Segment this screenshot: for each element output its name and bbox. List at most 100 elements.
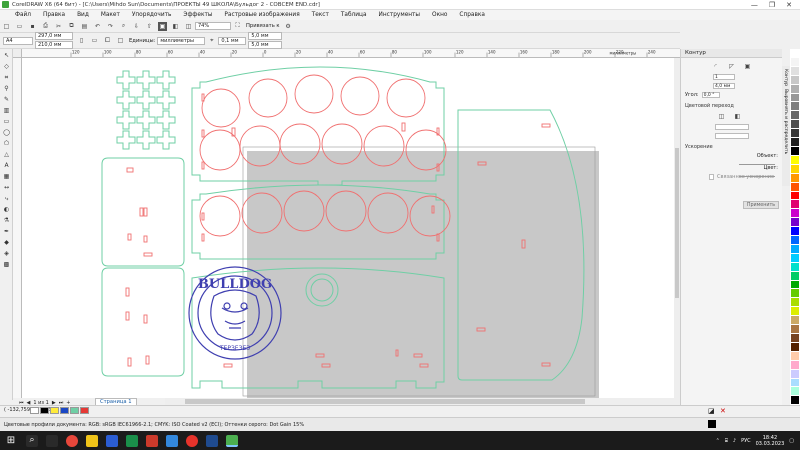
menu-layout[interactable]: Макет bbox=[95, 12, 126, 18]
duplicate-y-field[interactable]: 5,0 мм bbox=[248, 41, 283, 49]
pdf-icon[interactable]: ▣ bbox=[158, 21, 167, 31]
page-height-field[interactable]: 210,0 мм bbox=[35, 41, 73, 49]
palette-swatch[interactable] bbox=[791, 378, 799, 387]
options-icon[interactable]: ⚙ bbox=[284, 22, 293, 31]
apply-button[interactable]: Применить bbox=[743, 201, 779, 209]
snap-to-dropdown[interactable]: Привязать к bbox=[246, 23, 280, 29]
menu-window[interactable]: Окно bbox=[426, 12, 453, 18]
page-size-select[interactable]: A4 bbox=[3, 36, 33, 45]
fill-indicator-icon[interactable]: ◪ bbox=[708, 407, 715, 415]
palette-swatch[interactable] bbox=[791, 369, 799, 378]
palette-swatch[interactable] bbox=[791, 244, 799, 253]
palette-swatch[interactable] bbox=[791, 351, 799, 360]
palette-swatch[interactable] bbox=[791, 325, 799, 333]
transition-alt-icon[interactable]: ◧ bbox=[733, 112, 742, 121]
maximize-button[interactable]: ❐ bbox=[769, 1, 775, 9]
corner-square-icon[interactable]: ▣ bbox=[743, 62, 752, 71]
object-accel-slider[interactable] bbox=[739, 164, 775, 165]
palette-swatch[interactable] bbox=[791, 57, 799, 66]
polygon-tool-icon[interactable]: ⬠ bbox=[2, 139, 11, 148]
palette-swatch[interactable] bbox=[791, 182, 799, 191]
dimension-tool-icon[interactable]: ↔ bbox=[2, 183, 11, 192]
menu-text[interactable]: Текст bbox=[306, 12, 335, 18]
nudge-distance-field[interactable]: 0,1 мм bbox=[218, 36, 247, 45]
portrait-icon[interactable]: ▯ bbox=[77, 36, 86, 45]
paste-icon[interactable]: ▤ bbox=[80, 22, 89, 31]
palette-swatch[interactable] bbox=[791, 253, 799, 262]
clock[interactable]: 18:42 03.03.2023 bbox=[756, 435, 785, 447]
connector-tool-icon[interactable]: ⤷ bbox=[2, 194, 11, 203]
palette-swatch[interactable] bbox=[791, 102, 799, 111]
palette-swatch[interactable] bbox=[791, 155, 799, 164]
excel-icon[interactable] bbox=[126, 434, 138, 447]
outline-color-select[interactable] bbox=[715, 124, 749, 130]
redo-icon[interactable]: ↷ bbox=[106, 22, 115, 31]
tab-contour[interactable]: Контур bbox=[783, 69, 788, 86]
outline-tool-icon[interactable]: ✒ bbox=[2, 227, 11, 236]
app-icon[interactable] bbox=[166, 434, 178, 447]
coreldraw-taskbar-icon[interactable] bbox=[226, 434, 238, 447]
palette-swatch[interactable] bbox=[791, 129, 799, 138]
volume-icon[interactable]: ♪ bbox=[733, 438, 736, 444]
palette-swatch[interactable] bbox=[791, 93, 799, 102]
full-screen-icon[interactable]: ⛶ bbox=[233, 22, 242, 31]
tab-align-distribute[interactable]: Выровнять и распределить bbox=[783, 89, 788, 154]
horizontal-ruler[interactable]: 120 100 80 60 40 20 0 20 40 60 80 100 120 140 160 180 20… bbox=[22, 49, 680, 58]
vertical-ruler[interactable] bbox=[13, 58, 22, 398]
opera-icon[interactable] bbox=[66, 434, 78, 447]
word-icon[interactable] bbox=[106, 434, 118, 447]
table-tool-icon[interactable]: ▦ bbox=[2, 172, 11, 181]
undo-icon[interactable]: ↶ bbox=[93, 22, 102, 31]
crop-tool-icon[interactable]: ⌗ bbox=[2, 73, 11, 82]
palette-swatch[interactable] bbox=[791, 75, 799, 84]
search-icon[interactable]: ⌕ bbox=[119, 22, 128, 31]
palette-swatch[interactable] bbox=[791, 111, 799, 120]
drawing-canvas[interactable]: BULLDOG ТЕРЗЕЗЕЗ bbox=[22, 58, 674, 398]
menu-table[interactable]: Таблица bbox=[335, 12, 373, 18]
application-launcher-icon[interactable]: ◧ bbox=[171, 22, 180, 31]
transition-icon[interactable]: ◫ bbox=[717, 112, 726, 121]
menu-effects[interactable]: Эффекты bbox=[177, 12, 218, 18]
rectangle-tool-icon[interactable]: ▭ bbox=[2, 117, 11, 126]
palette-swatch[interactable] bbox=[791, 66, 799, 75]
duplicate-x-field[interactable]: 5,0 мм bbox=[248, 32, 283, 40]
palette-swatch[interactable] bbox=[791, 191, 799, 200]
palette-swatch[interactable] bbox=[791, 138, 799, 146]
palette-swatch[interactable] bbox=[791, 387, 799, 396]
fill-tool-icon[interactable]: ◆ bbox=[2, 238, 11, 247]
palette-swatch[interactable] bbox=[791, 342, 799, 351]
network-icon[interactable]: ⌸ bbox=[725, 438, 728, 444]
palette-swatch[interactable] bbox=[791, 289, 799, 298]
copy-icon[interactable]: ⧉ bbox=[67, 22, 76, 31]
outline-count-field[interactable]: 1 bbox=[713, 74, 735, 80]
swatch[interactable] bbox=[50, 407, 59, 414]
palette-swatch[interactable] bbox=[791, 316, 799, 325]
text-tool-icon[interactable]: A bbox=[2, 161, 11, 170]
corner-round-icon[interactable]: ◜ bbox=[711, 62, 720, 71]
cut-icon[interactable]: ✂ bbox=[54, 22, 63, 31]
minimize-button[interactable]: — bbox=[751, 1, 758, 9]
photoshop-icon[interactable] bbox=[206, 434, 218, 447]
welcome-screen-icon[interactable]: ◫ bbox=[184, 22, 193, 31]
ruler-origin[interactable] bbox=[13, 49, 22, 58]
vertical-scroll-thumb[interactable] bbox=[675, 148, 679, 298]
palette-swatch[interactable] bbox=[791, 84, 799, 93]
basic-shapes-icon[interactable]: △ bbox=[2, 150, 11, 159]
shape-tool-icon[interactable]: ◇ bbox=[2, 62, 11, 71]
palette-swatch[interactable] bbox=[791, 298, 799, 307]
swatch[interactable] bbox=[40, 407, 49, 414]
horizontal-scroll-thumb[interactable] bbox=[185, 399, 585, 404]
outline-width-field[interactable]: 4,0 мм bbox=[713, 83, 735, 89]
color-profile-text[interactable]: Цветовые профили документа: RGB: sRGB IE… bbox=[4, 422, 304, 428]
swatch[interactable] bbox=[80, 407, 89, 414]
print-icon[interactable]: ⎙ bbox=[41, 22, 50, 31]
palette-swatch[interactable] bbox=[791, 49, 799, 57]
tray-arrow-icon[interactable]: ⌃ bbox=[716, 438, 720, 444]
palette-swatch[interactable] bbox=[791, 307, 799, 316]
interactive-tool-icon[interactable]: ◐ bbox=[2, 205, 11, 214]
angle-field[interactable]: 0,0 ° bbox=[701, 92, 720, 98]
horizontal-scrollbar[interactable] bbox=[165, 398, 680, 405]
windows-start-icon[interactable]: ⊞ bbox=[0, 431, 22, 450]
palette-swatch[interactable] bbox=[791, 120, 799, 129]
save-icon[interactable]: ▪ bbox=[28, 22, 37, 31]
